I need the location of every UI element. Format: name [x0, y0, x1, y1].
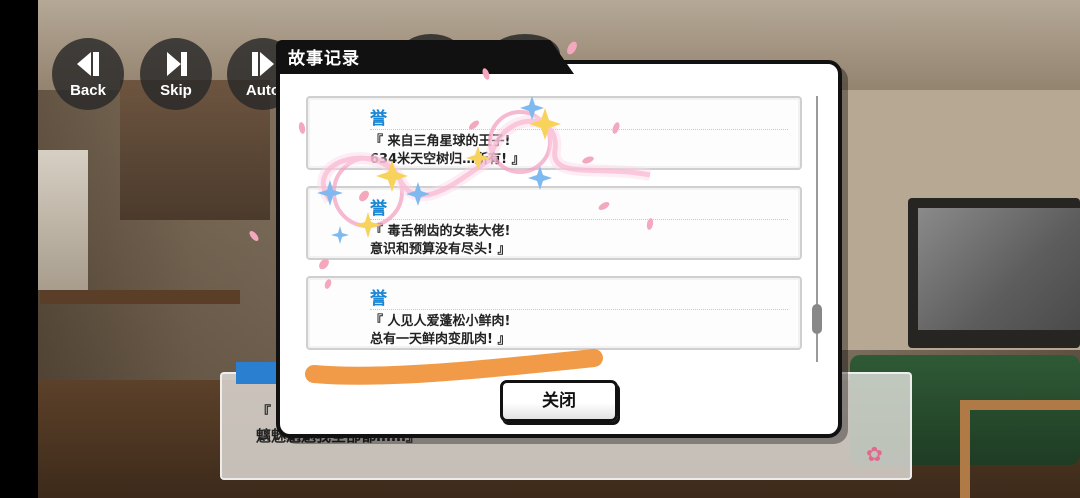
- log-scrollbar[interactable]: [812, 96, 822, 362]
- log-entry: 誉 『 来自三角星球的王子! 634米天空树归…所有! 』: [306, 96, 802, 170]
- log-line-2: 634米天空树归…所有! 』: [370, 152, 525, 167]
- left-letterbox: [0, 0, 38, 498]
- log-line-2: 总有一天鲜肉变肌肉! 』: [370, 332, 511, 347]
- story-log-title: 故事记录: [288, 49, 360, 69]
- close-button[interactable]: 关闭: [500, 380, 618, 422]
- television-screen: [918, 208, 1080, 330]
- sofa-frame: [960, 400, 1080, 498]
- speaker-name: 誉: [370, 199, 387, 219]
- dining-table: [40, 290, 240, 304]
- log-entry: 誉 『 人见人爱蓬松小鲜肉! 总有一天鲜肉变肌肉! 』: [306, 276, 802, 350]
- back-label: Back: [70, 82, 106, 99]
- flower-icon: ✿: [866, 442, 883, 466]
- back-button[interactable]: Back: [52, 38, 124, 110]
- rewind-icon: [52, 48, 124, 80]
- log-line-1: 『 来自三角星球的王子!: [370, 134, 511, 149]
- story-log-list[interactable]: 誉 『 来自三角星球的王子! 634米天空树归…所有! 』 誉 『 毒舌俐齿的女…: [306, 96, 806, 366]
- log-line-1: 『 人见人爱蓬松小鲜肉!: [370, 314, 511, 329]
- skip-label: Skip: [160, 82, 192, 99]
- scrollbar-thumb[interactable]: [812, 304, 822, 334]
- skip-button[interactable]: Skip: [140, 38, 212, 110]
- skip-forward-icon: [140, 48, 212, 80]
- speaker-name: 誉: [370, 109, 387, 129]
- log-line-1: 『 毒舌俐齿的女装大佬!: [370, 224, 511, 239]
- log-entry: 誉 『 毒舌俐齿的女装大佬! 意识和预算没有尽头! 』: [306, 186, 802, 260]
- room-window: [38, 150, 88, 290]
- log-line-2: 意识和预算没有尽头! 』: [370, 242, 511, 257]
- speaker-name: 誉: [370, 289, 387, 309]
